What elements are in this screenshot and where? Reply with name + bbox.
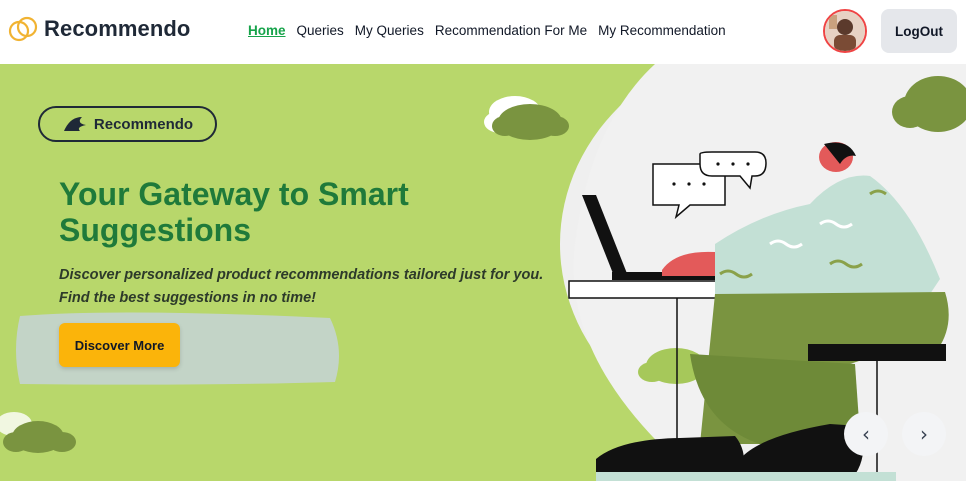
hero-subtitle: Discover personalized product recommenda… (59, 264, 559, 310)
avatar[interactable] (823, 9, 867, 53)
hero-subtitle-line-2: Find the best suggestions in no time! (59, 290, 316, 306)
hero-badge: Recommendo (38, 106, 217, 142)
nav-my-queries[interactable]: My Queries (355, 23, 424, 38)
nav-home[interactable]: Home (248, 23, 286, 38)
nav-links: Home Queries My Queries Recommendation F… (248, 23, 726, 38)
nav-my-recommendation[interactable]: My Recommendation (598, 23, 726, 38)
leaf-logo-icon (63, 117, 86, 131)
carousel-prev-button[interactable]: ‹ (844, 412, 888, 456)
brand-name: Recommendo (44, 16, 191, 41)
navbar: Recommendo Home Queries My Queries Recom… (0, 0, 966, 64)
nav-queries[interactable]: Queries (297, 23, 344, 38)
logo-rings-icon (8, 16, 38, 42)
discover-more-button[interactable]: Discover More (59, 323, 180, 367)
logout-button[interactable]: LogOut (881, 9, 957, 53)
brand[interactable]: Recommendo (8, 14, 190, 44)
chevron-left-icon: ‹ (862, 422, 870, 446)
avatar-icon (825, 11, 865, 51)
carousel-next-button[interactable]: › (902, 412, 946, 456)
nav-recommendation-for-me[interactable]: Recommendation For Me (435, 23, 587, 38)
badge-text: Recommendo (93, 115, 194, 133)
chevron-right-icon: › (920, 422, 928, 446)
hero-subtitle-line-1: Discover personalized product recommenda… (59, 267, 544, 283)
hero-title: Your Gateway to Smart Suggestions (59, 176, 409, 248)
hero-banner: Recommendo Your Gateway to Smart Suggest… (0, 64, 966, 481)
